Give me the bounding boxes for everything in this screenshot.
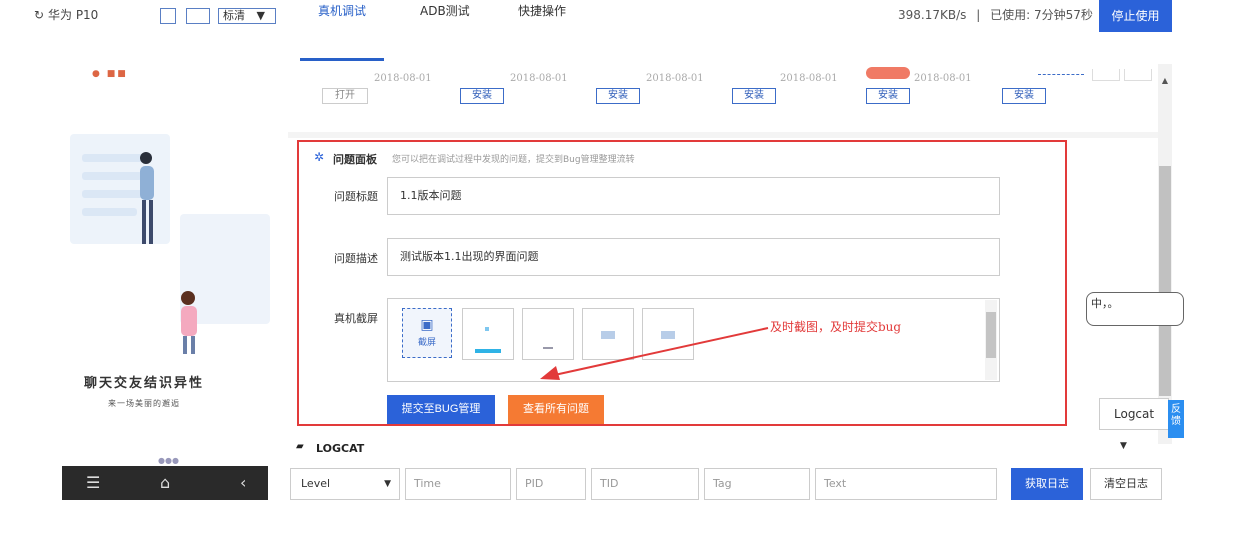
text-input[interactable]: Text: [815, 468, 997, 500]
phone-slogan-sub: 来一场美丽的邂逅: [108, 399, 180, 408]
app-slot: [1124, 69, 1152, 81]
pid-input[interactable]: PID: [516, 468, 586, 500]
capture-screenshot-button[interactable]: ▣ 截屏: [402, 308, 452, 358]
ime-toolbar[interactable]: 中，。: [1086, 292, 1184, 326]
tab-device-debug[interactable]: 真机调试: [318, 4, 366, 18]
issue-desc-label: 问题描述: [334, 252, 378, 265]
level-select[interactable]: Level ▼: [290, 468, 400, 500]
app-date: 2018-08-01: [374, 73, 432, 84]
status-dots: ● ■■: [92, 69, 128, 79]
clear-logs-button[interactable]: 清空日志: [1090, 468, 1162, 500]
logcat-select[interactable]: Logcat ▼: [1099, 398, 1169, 451]
main-scroll-thumb[interactable]: [1159, 166, 1171, 396]
submit-bug-button[interactable]: 提交至BUG管理: [387, 395, 495, 424]
level-label: Level: [301, 477, 331, 490]
app-date: 2018-08-01: [914, 73, 972, 84]
image-icon: ▣: [420, 317, 434, 333]
issue-title-input[interactable]: 1.1版本问题: [387, 177, 1000, 215]
open-button[interactable]: 打开: [322, 88, 368, 104]
tab-shortcuts[interactable]: 快捷操作: [518, 4, 566, 18]
bug-icon: ✲: [314, 150, 325, 164]
annotation-text: 及时截图，及时提交bug: [770, 320, 902, 334]
issue-title-label: 问题标题: [334, 190, 378, 203]
install-button[interactable]: 安装: [460, 88, 504, 104]
feedback-tab[interactable]: 反馈: [1168, 400, 1184, 438]
device-name: 华为 P10: [48, 8, 99, 22]
tid-input[interactable]: TID: [591, 468, 699, 500]
quality-label: 标清: [223, 9, 245, 22]
section-divider: [288, 132, 1158, 138]
usage-time: 已使用: 7分钟57秒: [990, 8, 1093, 22]
landscape-button[interactable]: [186, 8, 210, 24]
tab-adb-test[interactable]: ADB测试: [420, 4, 470, 18]
install-button[interactable]: 安装: [596, 88, 640, 104]
ime-label: 中，。: [1091, 297, 1119, 310]
app-date: 2018-08-01: [510, 73, 568, 84]
phone-slogan: 聊天交友结识异性: [83, 376, 204, 391]
illustration: [70, 134, 270, 354]
install-button[interactable]: 安装: [866, 88, 910, 104]
install-button[interactable]: 安装: [732, 88, 776, 104]
page-indicator: ●●●: [158, 456, 179, 465]
progress-placeholder: [1038, 74, 1084, 75]
install-button[interactable]: 安装: [1002, 88, 1046, 104]
scroll-up-icon[interactable]: ▲: [1158, 76, 1172, 85]
time-input[interactable]: Time: [405, 468, 511, 500]
app-date: 2018-08-01: [780, 73, 838, 84]
active-tab-underline: [300, 58, 384, 61]
back-icon[interactable]: ‹: [240, 474, 246, 492]
screenshot-label: 真机截屏: [334, 312, 378, 325]
app-date: 2018-08-01: [646, 73, 704, 84]
stop-use-button[interactable]: 停止使用: [1099, 0, 1172, 32]
status-bar: 398.17KB/s | 已使用: 7分钟57秒: [898, 8, 1093, 22]
panel-tip: 您可以把在调试过程中发现的问题，提交到Bug管理整理流转: [392, 155, 635, 165]
view-issues-button[interactable]: 查看所有问题: [508, 395, 604, 424]
screenshot-thumbnail[interactable]: [462, 308, 514, 360]
issue-desc-input[interactable]: 测试版本1.1出现的界面问题: [387, 238, 1000, 276]
network-speed: 398.17KB/s: [898, 8, 967, 22]
app-slot: [1092, 69, 1120, 81]
portrait-button[interactable]: [160, 8, 176, 24]
annotation-arrow: [540, 327, 769, 380]
rotate-icon[interactable]: ↻: [34, 8, 44, 22]
menu-icon[interactable]: ☰: [86, 474, 100, 492]
capture-label: 截屏: [417, 338, 436, 348]
app-badge: [866, 67, 910, 79]
logcat-title: LOGCAT: [316, 442, 365, 455]
logcat-icon: ▰: [296, 441, 304, 452]
tag-input[interactable]: Tag: [704, 468, 810, 500]
chevron-down-icon: ▼: [256, 9, 265, 22]
chevron-down-icon: ▼: [384, 479, 391, 489]
screenshot-scroll-thumb[interactable]: [986, 312, 996, 358]
get-logs-button[interactable]: 获取日志: [1011, 468, 1083, 500]
quality-select[interactable]: 标清 ▼: [218, 8, 276, 24]
panel-title: 问题面板: [333, 153, 377, 166]
home-icon[interactable]: ⌂: [160, 474, 170, 492]
status-separator: |: [976, 8, 981, 22]
chevron-down-icon: ▼: [1120, 441, 1127, 451]
logcat-select-label: Logcat: [1114, 407, 1155, 421]
